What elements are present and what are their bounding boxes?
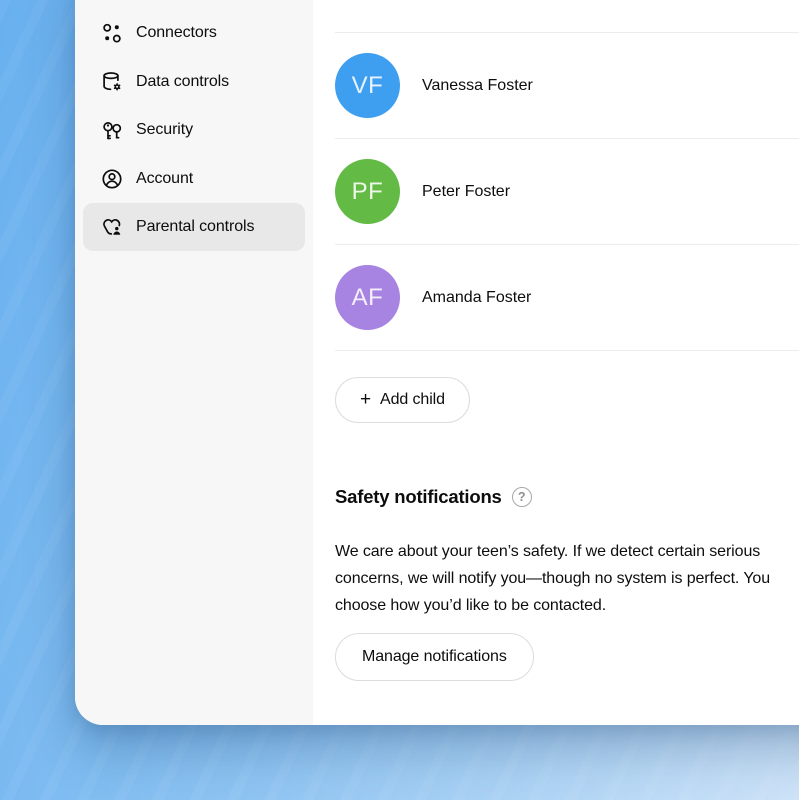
parental-controls-icon	[100, 215, 124, 239]
member-row-amanda[interactable]: AF Amanda Foster	[335, 245, 799, 351]
add-child-label: Add child	[380, 391, 445, 409]
avatar: VF	[335, 53, 400, 118]
avatar: AF	[335, 265, 400, 330]
safety-description-line: We care about your teen’s safety. If we …	[335, 538, 799, 565]
section-title: Safety notifications	[335, 486, 502, 508]
help-glyph: ?	[518, 490, 526, 504]
member-row-peter[interactable]: PF Peter Foster	[335, 139, 799, 245]
data-controls-icon	[100, 70, 124, 94]
settings-sidebar: Connectors Data controls	[75, 0, 313, 725]
avatar-initials: PF	[352, 178, 384, 206]
sidebar-item-label: Security	[136, 121, 193, 139]
safety-notifications-header: Safety notifications ?	[335, 485, 799, 509]
sidebar-item-data-controls[interactable]: Data controls	[83, 58, 305, 106]
manage-notifications-button[interactable]: Manage notifications	[335, 633, 534, 681]
safety-description: We care about your teen’s safety. If we …	[335, 538, 799, 619]
manage-notifications-label: Manage notifications	[362, 648, 507, 666]
member-name: Amanda Foster	[422, 289, 531, 307]
sidebar-item-label: Data controls	[136, 73, 229, 91]
security-icon	[100, 118, 124, 142]
safety-description-line: concerns, we will notify you—though no s…	[335, 565, 799, 592]
sidebar-item-account[interactable]: Account	[83, 155, 305, 203]
avatar: PF	[335, 159, 400, 224]
sidebar-item-connectors[interactable]: Connectors	[83, 9, 305, 57]
add-child-button[interactable]: + Add child	[335, 377, 470, 423]
avatar-initials: VF	[352, 72, 384, 100]
sidebar-item-parental-controls[interactable]: Parental controls	[83, 203, 305, 251]
sidebar-item-security[interactable]: Security	[83, 106, 305, 154]
help-circle-icon[interactable]: ?	[512, 487, 532, 507]
safety-description-line: choose how you’d like to be contacted.	[335, 592, 799, 619]
settings-panel: Connectors Data controls	[75, 0, 799, 725]
plus-icon: +	[360, 390, 371, 409]
member-name: Peter Foster	[422, 183, 510, 201]
parental-controls-panel: VF Vanessa Foster PF Peter Foster AF Ama…	[313, 0, 799, 725]
connectors-icon	[100, 21, 124, 45]
sidebar-item-label: Parental controls	[136, 218, 254, 236]
sidebar-item-label: Connectors	[136, 24, 217, 42]
avatar-initials: AF	[352, 284, 384, 312]
member-name: Vanessa Foster	[422, 77, 533, 95]
account-icon	[100, 167, 124, 191]
sidebar-item-label: Account	[136, 170, 193, 188]
member-row-vanessa[interactable]: VF Vanessa Foster	[335, 33, 799, 139]
